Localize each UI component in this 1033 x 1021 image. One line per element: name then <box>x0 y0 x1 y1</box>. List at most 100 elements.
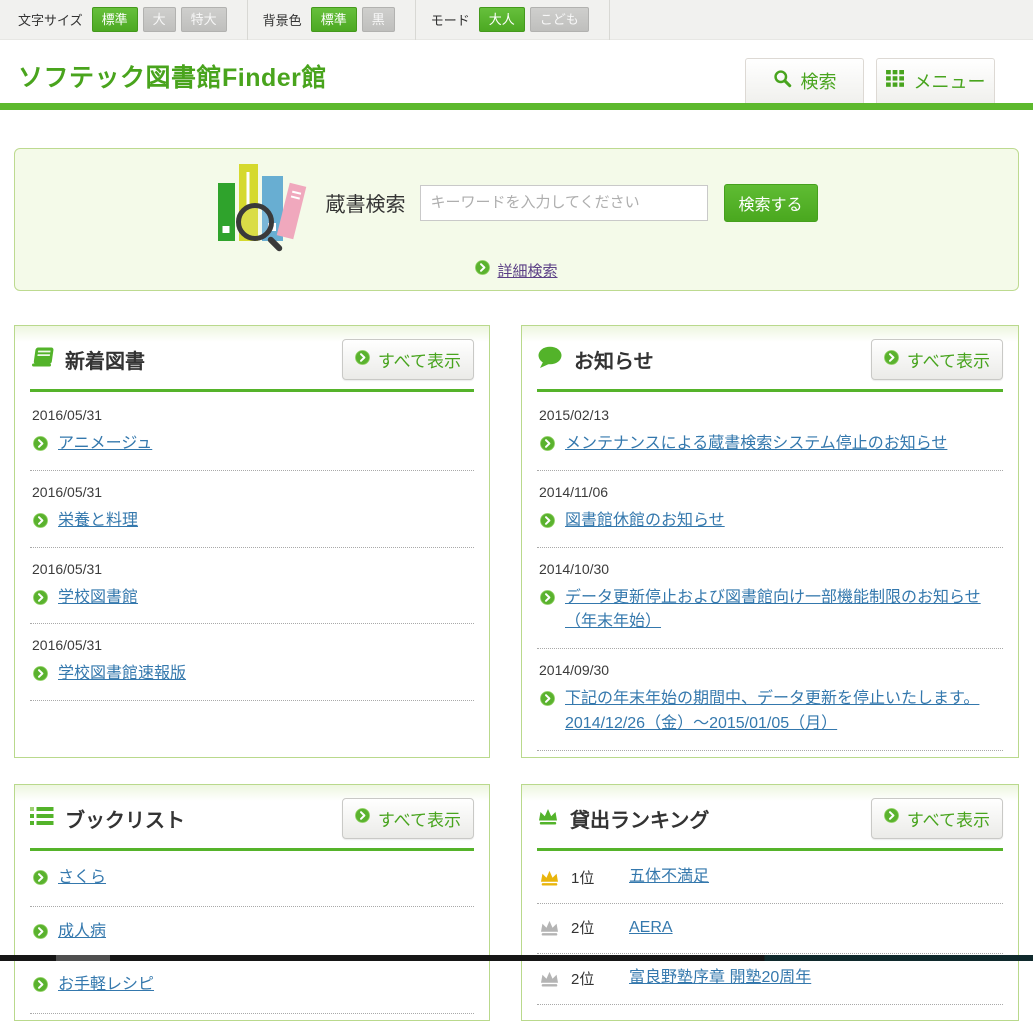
circle-arrow-icon <box>540 436 555 456</box>
new-book-item: 2016/05/31 アニメージュ <box>30 394 474 471</box>
catalog-search-input[interactable] <box>420 185 708 221</box>
silver-crown-icon <box>539 970 561 987</box>
bottom-edge-bar <box>0 955 1033 961</box>
catalog-search-submit-button[interactable]: 検索する <box>724 184 818 222</box>
header-menu-button[interactable]: メニュー <box>876 58 995 103</box>
circle-arrow-icon <box>33 436 48 456</box>
ranking-item: 2位 富良野塾序章 開塾20周年 <box>537 954 1003 1005</box>
panel-grid: 新着図書 すべて表示 2016/05/31 アニメージュ 2016/05/31 … <box>14 325 1019 1021</box>
booklist-view-all-button[interactable]: すべて表示 <box>342 798 474 839</box>
booklist-item: さくら <box>30 853 474 907</box>
news-item: 2015/02/13 メンテナンスによる蔵書検索システム停止のお知らせ <box>537 394 1003 471</box>
catalog-search-row: 蔵書検索 検索する <box>216 159 818 247</box>
speech-bubble-icon <box>537 346 563 374</box>
gold-crown-icon <box>539 869 561 886</box>
advanced-search-link[interactable]: 詳細検索 <box>497 260 557 281</box>
circle-arrow-icon <box>884 808 899 828</box>
advanced-search-row: 詳細検索 <box>475 260 557 281</box>
circle-arrow-icon <box>540 513 555 533</box>
ranking-title: 貸出ランキング <box>570 804 709 833</box>
new-book-item: 2016/05/31 学校図書館速報版 <box>30 624 474 701</box>
new-book-link[interactable]: アニメージュ <box>58 432 152 457</box>
mode-adult-button[interactable]: 大人 <box>479 7 525 33</box>
item-date: 2014/10/30 <box>539 561 1003 577</box>
news-title: お知らせ <box>574 345 654 374</box>
search-icon <box>773 69 792 93</box>
circle-arrow-icon <box>33 924 48 944</box>
header-buttons: 検索 メニュー <box>745 58 995 103</box>
circle-arrow-icon <box>475 260 490 280</box>
header-search-label: 検索 <box>801 68 837 94</box>
header-menu-label: メニュー <box>914 68 986 94</box>
new-books-panel: 新着図書 すべて表示 2016/05/31 アニメージュ 2016/05/31 … <box>14 325 490 758</box>
header-search-button[interactable]: 検索 <box>745 58 864 103</box>
font-size-large-button[interactable]: 大 <box>143 7 176 33</box>
catalog-search-section: 蔵書検索 検索する 詳細検索 <box>14 148 1019 291</box>
rank-label: 2位 <box>571 917 607 938</box>
news-view-all-button[interactable]: すべて表示 <box>871 339 1003 380</box>
bg-black-button[interactable]: 黒 <box>362 7 395 33</box>
ranking-link[interactable]: 富良野塾序章 開塾20周年 <box>629 966 811 991</box>
item-date: 2014/09/30 <box>539 662 1003 678</box>
accessibility-toolbar: 文字サイズ 標準 大 特大 背景色 標準 黒 モード 大人 こども <box>0 0 1033 40</box>
site-title: ソフテック図書館Finder館 <box>18 58 327 94</box>
mode-group: モード 大人 こども <box>431 0 610 40</box>
header-accent-bar <box>0 103 1033 110</box>
book-icon <box>30 346 54 373</box>
circle-arrow-icon <box>33 513 48 533</box>
font-size-label: 文字サイズ <box>18 10 83 29</box>
font-size-normal-button[interactable]: 標準 <box>92 7 138 33</box>
circle-arrow-icon <box>355 350 370 370</box>
site-header: ソフテック図書館Finder館 検索 メニュー <box>0 40 1033 103</box>
new-book-link[interactable]: 学校図書館速報版 <box>58 662 186 687</box>
mode-kids-button[interactable]: こども <box>530 7 589 33</box>
item-date: 2014/11/06 <box>539 484 1003 500</box>
font-size-xlarge-button[interactable]: 特大 <box>181 7 227 33</box>
new-book-item: 2016/05/31 栄養と料理 <box>30 471 474 548</box>
booklist-link[interactable]: 成人病 <box>58 920 106 945</box>
news-link[interactable]: 下記の年末年始の期間中、データ更新を停止いたします。2014/12/26（金）～… <box>565 687 1003 737</box>
ranking-view-all-button[interactable]: すべて表示 <box>871 798 1003 839</box>
menu-grid-icon <box>886 70 905 92</box>
news-link[interactable]: データ更新停止および図書館向け一部機能制限のお知らせ（年末年始） <box>565 586 1003 636</box>
new-book-item: 2016/05/31 学校図書館 <box>30 548 474 625</box>
new-book-link[interactable]: 学校図書館 <box>58 586 138 611</box>
item-date: 2015/02/13 <box>539 407 1003 423</box>
item-date: 2016/05/31 <box>32 637 474 653</box>
booklist-link[interactable]: お手軽レシピ <box>58 973 154 998</box>
circle-arrow-icon <box>540 691 555 711</box>
ranking-item: 1位 五体不満足 <box>537 853 1003 904</box>
news-panel: お知らせ すべて表示 2015/02/13 メンテナンスによる蔵書検索システム停… <box>521 325 1019 758</box>
ranking-item: 2位 AERA <box>537 904 1003 955</box>
circle-arrow-icon <box>33 590 48 610</box>
booklist-item: お手軽レシピ <box>30 960 474 1014</box>
circle-arrow-icon <box>355 808 370 828</box>
item-date: 2016/05/31 <box>32 484 474 500</box>
new-books-title: 新着図書 <box>65 345 145 374</box>
item-date: 2016/05/31 <box>32 407 474 423</box>
rank-label: 2位 <box>571 968 607 989</box>
bg-normal-button[interactable]: 標準 <box>311 7 357 33</box>
news-link[interactable]: 図書館休館のお知らせ <box>565 509 725 534</box>
background-color-label: 背景色 <box>263 10 302 29</box>
circle-arrow-icon <box>33 666 48 686</box>
news-item: 2014/11/06 図書館休館のお知らせ <box>537 471 1003 548</box>
circle-arrow-icon <box>33 977 48 997</box>
circle-arrow-icon <box>540 590 555 610</box>
ranking-panel: 貸出ランキング すべて表示 1位 五体不満足 2位 AERA <box>521 784 1019 1021</box>
item-date: 2016/05/31 <box>32 561 474 577</box>
new-book-link[interactable]: 栄養と料理 <box>58 509 138 534</box>
crown-icon <box>537 807 559 830</box>
booklist-title: ブックリスト <box>65 804 185 833</box>
ranking-link[interactable]: AERA <box>629 916 673 941</box>
font-size-group: 文字サイズ 標準 大 特大 <box>18 0 248 40</box>
circle-arrow-icon <box>33 870 48 890</box>
ranking-link[interactable]: 五体不満足 <box>629 865 709 890</box>
circle-arrow-icon <box>884 350 899 370</box>
booklist-link[interactable]: さくら <box>58 866 106 891</box>
new-books-view-all-button[interactable]: すべて表示 <box>342 339 474 380</box>
books-magnifier-icon <box>216 159 306 247</box>
news-link[interactable]: メンテナンスによる蔵書検索システム停止のお知らせ <box>565 432 947 457</box>
booklist-panel: ブックリスト すべて表示 さくら 成人病 お手軽レシピ <box>14 784 490 1021</box>
main-content: 蔵書検索 検索する 詳細検索 新着図書 すべて表示 <box>0 148 1033 1021</box>
